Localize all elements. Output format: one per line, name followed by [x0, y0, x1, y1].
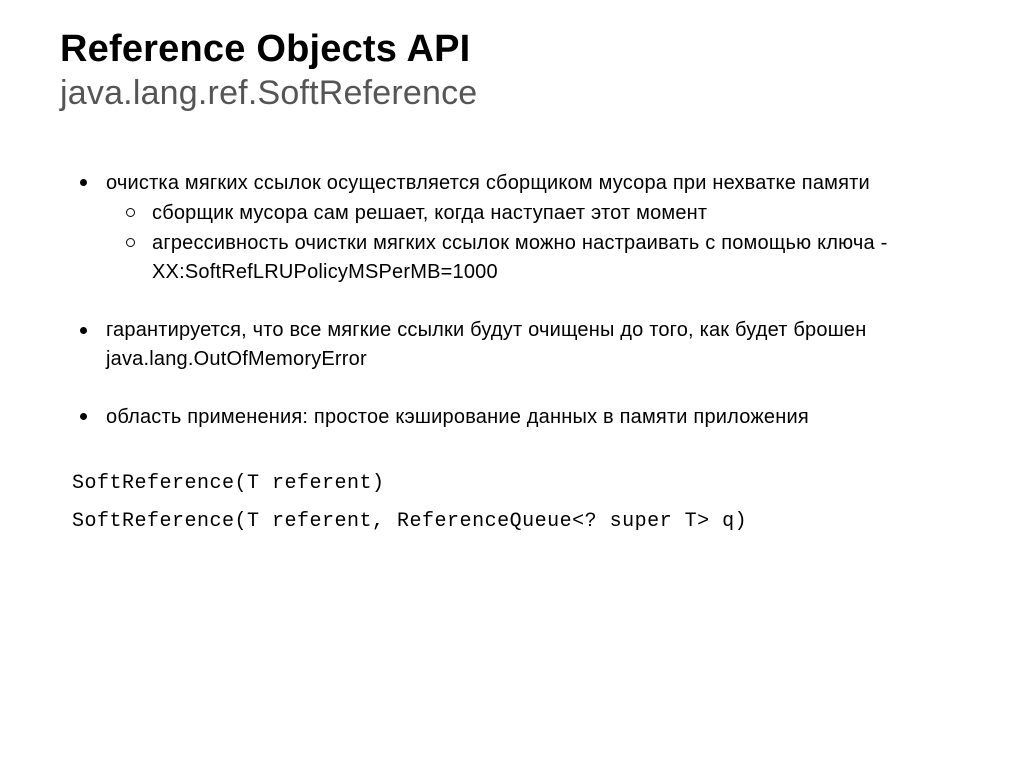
list-item: область применения: простое кэширование … [106, 403, 964, 431]
bullet-text: область применения: простое кэширование … [106, 406, 809, 428]
code-line: SoftReference(T referent, ReferenceQueue… [72, 510, 747, 533]
bullet-text: агрессивность очистки мягких ссылок можн… [152, 232, 887, 282]
list-item: сборщик мусора сам решает, когда наступа… [152, 199, 964, 227]
slide-body: очистка мягких ссылок осуществляется сбо… [60, 169, 964, 542]
slide-title: Reference Objects API [60, 28, 964, 72]
bullet-text: сборщик мусора сам решает, когда наступа… [152, 202, 707, 224]
code-line: SoftReference(T referent) [72, 472, 385, 495]
list-item: агрессивность очистки мягких ссылок можн… [152, 229, 964, 286]
bullet-text: гарантируется, что все мягкие ссылки буд… [106, 319, 867, 369]
code-block: SoftReference(T referent) SoftReference(… [60, 465, 964, 541]
sub-bullet-list: сборщик мусора сам решает, когда наступа… [106, 199, 964, 286]
list-item: гарантируется, что все мягкие ссылки буд… [106, 316, 964, 373]
slide-subtitle: java.lang.ref.SoftReference [60, 74, 964, 113]
slide: Reference Objects API java.lang.ref.Soft… [0, 0, 1024, 581]
bullet-text: очистка мягких ссылок осуществляется сбо… [106, 172, 870, 194]
bullet-list: очистка мягких ссылок осуществляется сбо… [60, 169, 964, 432]
list-item: очистка мягких ссылок осуществляется сбо… [106, 169, 964, 287]
